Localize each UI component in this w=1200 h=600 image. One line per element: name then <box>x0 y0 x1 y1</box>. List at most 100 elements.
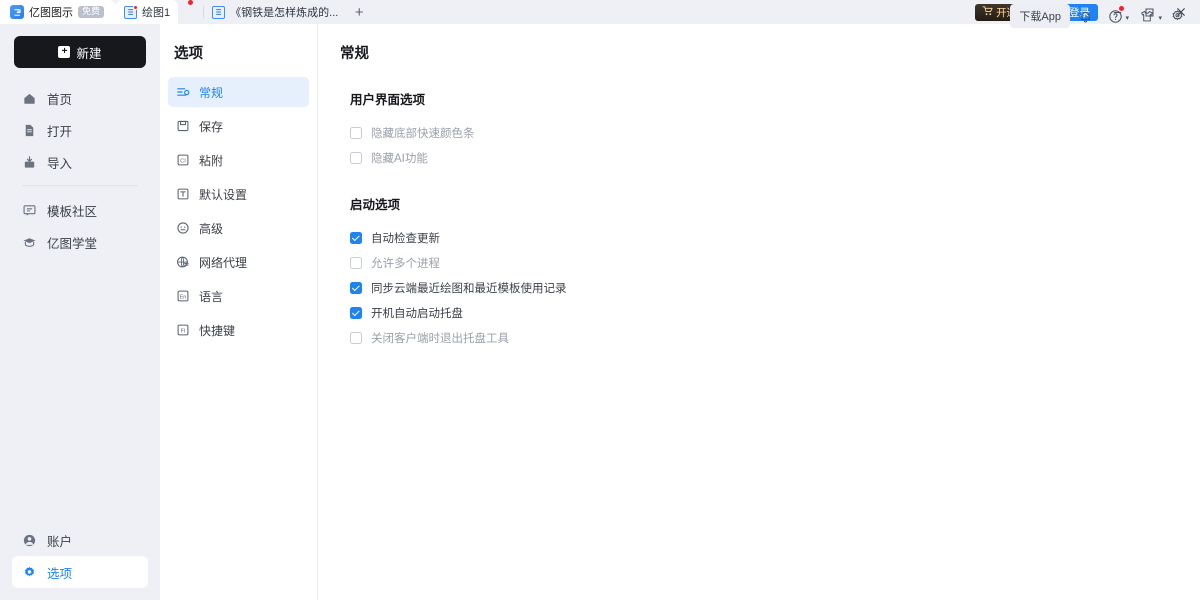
options-item-language[interactable]: En 语言 <box>168 281 309 311</box>
import-icon <box>22 155 37 170</box>
snap-icon: CI <box>176 153 190 167</box>
page-title: 常规 <box>340 42 1200 63</box>
left-sidebar: + 新建 首页 打开 导入 <box>0 24 160 600</box>
options-item-label: 语言 <box>199 288 223 305</box>
checkbox-row-multi-process[interactable]: 允许多个进程 <box>350 250 1200 275</box>
advanced-circle-icon <box>176 221 190 235</box>
checkbox-label: 自动检查更新 <box>371 230 440 246</box>
checkbox-label: 关闭客户端时退出托盘工具 <box>371 330 509 346</box>
sidebar-item-label: 模板社区 <box>47 201 97 220</box>
checkbox-row-auto-update[interactable]: 自动检查更新 <box>350 225 1200 250</box>
svg-text:En: En <box>180 294 187 300</box>
checkbox-label: 隐藏底部快速颜色条 <box>371 125 475 141</box>
sidebar-item-label: 选项 <box>47 563 72 582</box>
sidebar-divider <box>22 185 138 186</box>
tab-steel-book[interactable]: 《钢铁是怎样炼成的... <box>204 0 346 24</box>
options-item-defaults[interactable]: 默认设置 <box>168 179 309 209</box>
tab-strip: 绘图1 《钢铁是怎样炼成的... + <box>116 0 975 24</box>
tab-label: 《钢铁是怎样炼成的... <box>230 4 338 20</box>
brand-badge: 免费 <box>78 6 104 18</box>
cart-icon <box>982 5 993 19</box>
sidebar-item-label: 亿图学堂 <box>47 233 97 252</box>
sidebar-spacer <box>0 258 160 524</box>
sidebar-item-label: 账户 <box>47 531 72 550</box>
checkbox-row-exit-tray-on-close[interactable]: 关闭客户端时退出托盘工具 <box>350 325 1200 350</box>
checkbox-label: 隐藏AI功能 <box>371 150 428 166</box>
checkbox-icon[interactable] <box>350 307 362 319</box>
sidebar-item-label: 打开 <box>47 121 72 140</box>
options-item-save[interactable]: 保存 <box>168 111 309 141</box>
new-tab-button[interactable]: + <box>346 0 372 24</box>
options-item-shortcuts[interactable]: FI 快捷键 <box>168 315 309 345</box>
checkbox-row-hide-ai[interactable]: 隐藏AI功能 <box>350 145 1200 170</box>
document-icon <box>212 6 225 19</box>
sliders-icon <box>176 85 190 99</box>
options-item-snap[interactable]: CI 粘附 <box>168 145 309 175</box>
options-item-label: 保存 <box>199 118 223 135</box>
checkbox-icon[interactable] <box>350 257 362 269</box>
tshirt-icon[interactable]: ▾ <box>1132 3 1162 29</box>
app-window: 亿图图示 免费 绘图1 《钢铁是怎样炼成的... + <box>0 0 1200 600</box>
save-floppy-icon <box>176 119 190 133</box>
checkbox-icon[interactable] <box>350 127 362 139</box>
svg-text:CI: CI <box>180 159 186 165</box>
options-item-label: 网络代理 <box>199 254 247 271</box>
unsaved-indicator-dot <box>188 0 193 5</box>
sidebar-item-open[interactable]: 打开 <box>12 114 148 146</box>
sidebar-item-options[interactable]: 选项 <box>12 556 148 588</box>
options-item-advanced[interactable]: 高级 <box>168 213 309 243</box>
checkbox-icon[interactable] <box>350 152 362 164</box>
options-item-label: 粘附 <box>199 152 223 169</box>
general-settings-content: 常规 用户界面选项 隐藏底部快速颜色条 隐藏AI功能 启动选项 <box>318 24 1200 600</box>
checkbox-label: 同步云端最近绘图和最近模板使用记录 <box>371 280 567 296</box>
chevron-down-icon: ▾ <box>1158 14 1162 22</box>
options-item-label: 快捷键 <box>199 322 235 339</box>
tab-drawing-1[interactable]: 绘图1 <box>116 0 178 24</box>
language-en-icon: En <box>176 289 190 303</box>
checkbox-label: 开机自动启动托盘 <box>371 305 463 321</box>
sidebar-item-import[interactable]: 导入 <box>12 146 148 178</box>
sidebar-item-academy[interactable]: 亿图学堂 <box>12 226 148 258</box>
options-item-general[interactable]: 常规 <box>168 77 309 107</box>
chevron-down-icon: ▾ <box>1125 14 1129 22</box>
sidebar-item-template-community[interactable]: 模板社区 <box>12 194 148 226</box>
bell-icon[interactable] <box>1072 3 1098 29</box>
checkbox-row-cloud-sync[interactable]: 同步云端最近绘图和最近模板使用记录 <box>350 275 1200 300</box>
file-open-icon <box>22 123 37 138</box>
graduation-cap-icon <box>22 235 37 250</box>
gear-icon <box>22 565 37 580</box>
window-body: + 新建 首页 打开 导入 <box>0 24 1200 600</box>
new-document-label: 新建 <box>76 43 101 62</box>
help-circle-icon[interactable]: ▾ <box>1100 3 1130 29</box>
sidebar-item-home[interactable]: 首页 <box>12 82 148 114</box>
options-panel-title: 选项 <box>160 42 317 77</box>
sidebar-item-account[interactable]: 账户 <box>12 524 148 556</box>
checkbox-icon[interactable] <box>350 232 362 244</box>
notification-dot <box>1119 6 1124 11</box>
group-title: 启动选项 <box>350 194 1200 213</box>
brand: 亿图图示 免费 <box>0 0 116 24</box>
plus-square-icon: + <box>58 46 70 58</box>
edraw-logo-icon <box>10 5 24 19</box>
tab-label: 绘图1 <box>142 4 170 20</box>
tab-badge-dot <box>133 5 138 10</box>
checkbox-icon[interactable] <box>350 332 362 344</box>
checkbox-icon[interactable] <box>350 282 362 294</box>
download-app-button[interactable]: 下载App <box>1010 4 1070 28</box>
options-list-panel: 选项 常规 保存 CI 粘附 <box>160 24 318 600</box>
home-icon <box>22 91 37 106</box>
brand-name: 亿图图示 <box>29 4 73 20</box>
sidebar-item-label: 首页 <box>47 89 72 108</box>
sidebar-item-label: 导入 <box>47 153 72 172</box>
options-area: 下载App ▾ ▾ 选项 <box>160 24 1200 600</box>
options-item-network-proxy[interactable]: 网络代理 <box>168 247 309 277</box>
new-document-button[interactable]: + 新建 <box>14 36 146 68</box>
checkbox-row-hide-color-bar[interactable]: 隐藏底部快速颜色条 <box>350 120 1200 145</box>
account-icon <box>22 533 37 548</box>
network-proxy-icon <box>176 255 190 269</box>
gear-icon[interactable] <box>1164 3 1190 29</box>
checkbox-label: 允许多个进程 <box>371 255 440 271</box>
group-title: 用户界面选项 <box>350 89 1200 108</box>
checkbox-row-autostart-tray[interactable]: 开机自动启动托盘 <box>350 300 1200 325</box>
settings-group-ui: 用户界面选项 隐藏底部快速颜色条 隐藏AI功能 <box>340 89 1200 170</box>
